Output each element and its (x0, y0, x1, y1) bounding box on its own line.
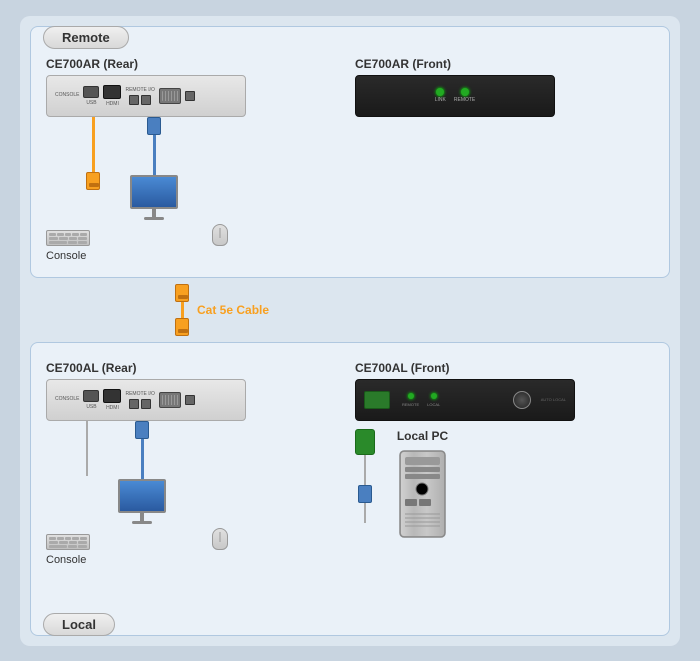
cat5-label: Cat 5e Cable (197, 303, 269, 317)
blue-wire-local (141, 439, 144, 479)
remote-led-local (408, 393, 414, 399)
rj45-local-1 (129, 399, 139, 409)
usb-ports-group: USB (83, 86, 99, 106)
wire-to-pc-1 (364, 455, 366, 485)
power-port-local (185, 395, 195, 405)
blue-connector-pc (358, 485, 372, 503)
monitor-stand-remote (152, 209, 156, 217)
rj45-plug-cable-top (175, 284, 189, 302)
remote-section: Remote CE700AR (Rear) CONSOLE USB (30, 26, 670, 278)
local-right-panel: CE700AL (Front) REMOTE LOCAL AUTO LOCAL (355, 361, 654, 566)
local-left-panel: CE700AL (Rear) CONSOLE USB HDMI (46, 361, 345, 566)
hdmi-port-group: HDMI (103, 85, 121, 107)
monitor-base-remote (144, 217, 164, 220)
hdmi-port-local (103, 389, 121, 403)
monitor-base-local (132, 521, 152, 524)
rj45-plug-cable-bottom (175, 318, 189, 336)
local-rear-device: CONSOLE USB HDMI REMOTE I/O (46, 379, 246, 421)
rj45-local-2 (141, 399, 151, 409)
orange-wire-remote (92, 117, 95, 172)
monitor-screen-remote (130, 175, 178, 209)
remote-rear-label: CE700AR (Rear) (46, 57, 345, 71)
cable-orange-wire (181, 302, 184, 318)
gray-wire-local (86, 421, 88, 476)
vga-port-local (159, 392, 181, 408)
console-label-local: Console (46, 554, 345, 566)
monitor-remote (130, 175, 178, 220)
local-pc-area: Local PC (395, 429, 450, 539)
remote-front-device: LINK REMOTE (355, 75, 555, 117)
console-label-remote: Console (46, 250, 345, 262)
monitor-screen-local (118, 479, 166, 513)
usb-port-local (83, 390, 99, 402)
keyboard-remote (46, 230, 90, 246)
local-rear-label: CE700AL (Rear) (46, 361, 345, 375)
link-led-label: LINK (435, 97, 446, 103)
monitor-stand-local (140, 513, 144, 521)
vga-connector-front (364, 391, 390, 409)
rj45-port-1 (129, 95, 139, 105)
remote-right-panel: CE700AR (Front) LINK REMOTE (355, 57, 654, 262)
local-pc-label: Local PC (397, 429, 448, 443)
blue-connector-top (147, 117, 161, 135)
hdmi-port (103, 85, 121, 99)
local-section: Local CE700AL (Rear) CONSOLE USB HDMI (30, 342, 670, 636)
hdmi-port-local-group: HDMI (103, 389, 121, 411)
local-front-label: CE700AL (Front) (355, 361, 654, 375)
vga-port-local-group (159, 392, 181, 408)
usb-port-1 (83, 86, 99, 98)
cable-area: Cat 5e Cable (30, 284, 670, 336)
auto-local-knob (513, 391, 531, 409)
local-front-device: REMOTE LOCAL AUTO LOCAL (355, 379, 575, 421)
remote-led-label: REMOTE (454, 97, 475, 103)
green-connector (355, 429, 375, 455)
vga-port (159, 88, 181, 104)
power-port (185, 91, 195, 101)
mouse-local (212, 528, 228, 550)
remote-led (461, 88, 469, 96)
mouse-remote (212, 224, 228, 246)
rj45-port-2 (141, 95, 151, 105)
usb-ports-local: USB (83, 390, 99, 410)
remote-front-label: CE700AR (Front) (355, 57, 654, 71)
blue-wire-remote (153, 135, 156, 175)
pc-tower-svg (395, 449, 450, 539)
vga-port-group (159, 88, 181, 104)
link-led (436, 88, 444, 96)
blue-connector-local (135, 421, 149, 439)
remote-rear-device: CONSOLE USB HDMI REMOTE I/O (46, 75, 246, 117)
local-led (431, 393, 437, 399)
wire-to-pc-2 (364, 503, 366, 523)
local-badge: Local (43, 613, 115, 636)
main-container: Remote CE700AR (Rear) CONSOLE USB (20, 16, 680, 646)
green-connector-area (355, 429, 375, 523)
rj45-plug-remote (86, 172, 100, 190)
remote-badge: Remote (43, 26, 129, 49)
monitor-local (118, 479, 166, 524)
remote-left-panel: CE700AR (Rear) CONSOLE USB HDMI (46, 57, 345, 262)
led-group-remote: LINK REMOTE (435, 88, 476, 103)
keyboard-local (46, 534, 90, 550)
